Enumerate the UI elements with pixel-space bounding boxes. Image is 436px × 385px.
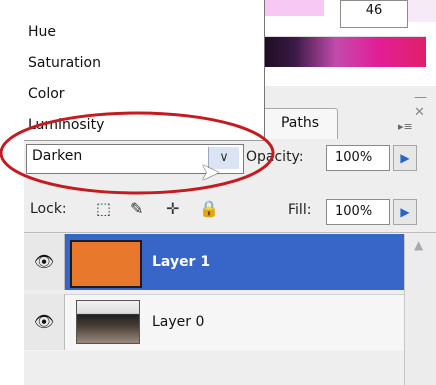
eye-icon: 👁 — [33, 252, 55, 271]
layer-name[interactable]: Layer 0 — [152, 314, 204, 330]
opacity-label: Opacity: — [246, 149, 304, 165]
panel-menu-icon[interactable]: ▸≡ — [398, 120, 413, 133]
panel-controls[interactable]: — ✕ — [414, 90, 436, 120]
menu-item-saturation[interactable]: Saturation — [28, 55, 101, 71]
layer-name[interactable]: Layer 1 — [152, 254, 210, 270]
blend-mode-menu: Hue Saturation Color Luminosity — [24, 0, 265, 141]
blend-mode-value: Darken — [32, 148, 83, 164]
visibility-toggle[interactable]: 👁 — [24, 294, 65, 350]
mouse-cursor-icon: ➤ — [200, 158, 221, 186]
color-value-field[interactable]: 46 — [340, 0, 408, 28]
layer-thumbnail — [70, 240, 142, 288]
panel-divider — [24, 232, 436, 233]
lock-all-icon[interactable]: 🔒 — [199, 199, 219, 218]
menu-item-color[interactable]: Color — [28, 86, 65, 102]
layers-scrollbar[interactable] — [404, 234, 436, 385]
color-ramp[interactable] — [262, 36, 426, 67]
fill-label: Fill: — [288, 202, 312, 218]
fill-arrow-icon[interactable]: ▶ — [393, 199, 417, 225]
tab-paths[interactable]: Paths — [262, 108, 338, 139]
visibility-toggle[interactable]: 👁 — [24, 234, 65, 290]
lock-label: Lock: — [30, 201, 67, 217]
menu-item-hue[interactable]: Hue — [28, 24, 56, 40]
opacity-input[interactable]: 100% — [326, 145, 390, 171]
lock-paint-icon[interactable]: ✎ — [130, 199, 143, 218]
color-panel-edge — [404, 0, 436, 22]
layer-thumbnail — [76, 300, 140, 344]
lock-transparent-icon[interactable]: ⬚ — [96, 199, 111, 218]
scroll-up-icon[interactable]: ▲ — [414, 238, 423, 252]
lock-move-icon[interactable]: ✛ — [166, 199, 179, 218]
menu-item-luminosity[interactable]: Luminosity — [28, 117, 104, 133]
opacity-arrow-icon[interactable]: ▶ — [393, 145, 417, 171]
fill-input[interactable]: 100% — [326, 199, 390, 225]
eye-icon: 👁 — [33, 312, 55, 331]
